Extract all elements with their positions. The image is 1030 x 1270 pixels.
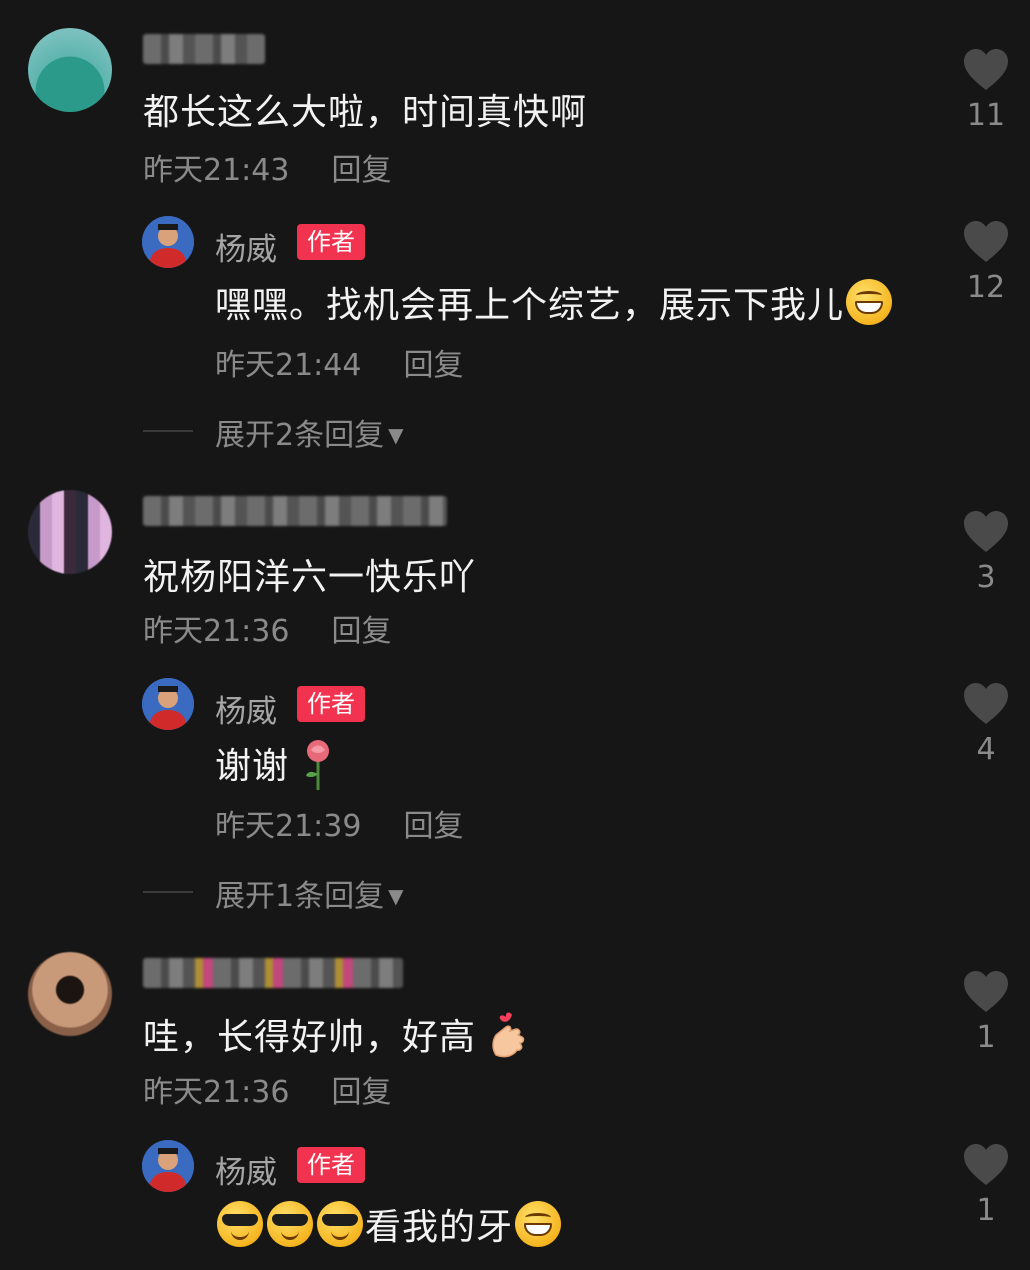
comment-text: 哇，长得好帅，好高 bbox=[143, 1008, 528, 1060]
avatar[interactable] bbox=[28, 28, 112, 112]
triangle-down-icon: ▼ bbox=[388, 884, 404, 908]
author-avatar[interactable] bbox=[142, 678, 194, 730]
heart-icon bbox=[964, 971, 1008, 1012]
comment-text: 都长这么大啦，时间真快啊 bbox=[143, 92, 588, 133]
author-avatar[interactable] bbox=[142, 216, 194, 268]
author-badge: 作者 bbox=[297, 1147, 365, 1183]
author-badge: 作者 bbox=[297, 224, 365, 260]
reply-button[interactable]: 回复 bbox=[403, 348, 463, 383]
rose-emoji-icon bbox=[301, 738, 335, 792]
reply-text: 看我的牙 bbox=[215, 1198, 563, 1250]
grin-emoji-icon bbox=[515, 1201, 562, 1247]
expand-replies-button[interactable]: 展开2条回复 ▼ bbox=[215, 410, 403, 454]
like-button[interactable]: 12 bbox=[956, 220, 1016, 305]
reply-button[interactable]: 回复 bbox=[331, 153, 391, 188]
reply-button[interactable]: 回复 bbox=[331, 1075, 391, 1110]
heart-icon bbox=[964, 683, 1008, 724]
like-count: 1 bbox=[976, 1020, 996, 1055]
comment-text: 祝杨阳洋六一快乐吖 bbox=[143, 557, 477, 598]
comment-meta: 昨天21:36 回复 bbox=[143, 606, 391, 650]
avatar[interactable] bbox=[28, 952, 112, 1036]
divider-line bbox=[143, 891, 193, 893]
like-button[interactable]: 3 bbox=[956, 510, 1016, 595]
like-count: 12 bbox=[966, 270, 1006, 305]
author-avatar[interactable] bbox=[142, 1140, 194, 1192]
reply-time: 昨天21:44 bbox=[215, 348, 362, 383]
author-name[interactable]: 杨威 bbox=[215, 224, 277, 269]
author-name[interactable]: 杨威 bbox=[215, 686, 277, 731]
author-avatar-image bbox=[142, 1140, 194, 1192]
heart-icon bbox=[964, 511, 1008, 552]
username-blurred[interactable] bbox=[143, 496, 447, 526]
reply-text: 嘿嘿。找机会再上个综艺，展示下我儿 bbox=[215, 276, 894, 328]
reply-button[interactable]: 回复 bbox=[331, 614, 391, 649]
comment-time: 昨天21:36 bbox=[143, 614, 290, 649]
author-avatar-image bbox=[142, 678, 194, 730]
avatar[interactable] bbox=[28, 490, 112, 574]
heart-icon bbox=[964, 1144, 1008, 1185]
like-count: 1 bbox=[976, 1193, 996, 1228]
comment-time: 昨天21:43 bbox=[143, 153, 290, 188]
finger-heart-emoji-icon bbox=[488, 1011, 528, 1059]
sunglasses-emoji-icon bbox=[217, 1201, 263, 1247]
username-blurred[interactable] bbox=[143, 958, 403, 988]
reply-time: 昨天21:39 bbox=[215, 809, 362, 844]
grin-emoji-icon bbox=[846, 279, 893, 325]
like-button[interactable]: 4 bbox=[956, 682, 1016, 767]
like-button[interactable]: 11 bbox=[956, 48, 1016, 133]
like-count: 11 bbox=[966, 98, 1006, 133]
reply-text: 谢谢 bbox=[215, 737, 335, 792]
like-button[interactable]: 1 bbox=[956, 970, 1016, 1055]
comment-time: 昨天21:36 bbox=[143, 1075, 290, 1110]
comment-meta: 昨天21:43 回复 bbox=[143, 145, 391, 189]
reply-meta: 昨天21:39 回复 bbox=[215, 801, 463, 845]
username-blurred[interactable] bbox=[143, 34, 265, 64]
heart-icon bbox=[964, 221, 1008, 262]
like-count: 4 bbox=[976, 732, 996, 767]
triangle-down-icon: ▼ bbox=[388, 423, 404, 447]
author-avatar-image bbox=[142, 216, 194, 268]
sunglasses-emoji-icon bbox=[317, 1201, 363, 1247]
sunglasses-emoji-icon bbox=[267, 1201, 313, 1247]
comment-meta: 昨天21:36 回复 bbox=[143, 1067, 391, 1111]
like-count: 3 bbox=[976, 560, 996, 595]
heart-icon bbox=[964, 49, 1008, 90]
reply-button[interactable]: 回复 bbox=[403, 809, 463, 844]
expand-replies-button[interactable]: 展开1条回复 ▼ bbox=[215, 871, 403, 915]
author-name[interactable]: 杨威 bbox=[215, 1147, 277, 1192]
like-button[interactable]: 1 bbox=[956, 1143, 1016, 1228]
reply-meta: 昨天21:44 回复 bbox=[215, 340, 463, 384]
divider-line bbox=[143, 430, 193, 432]
author-badge: 作者 bbox=[297, 686, 365, 722]
